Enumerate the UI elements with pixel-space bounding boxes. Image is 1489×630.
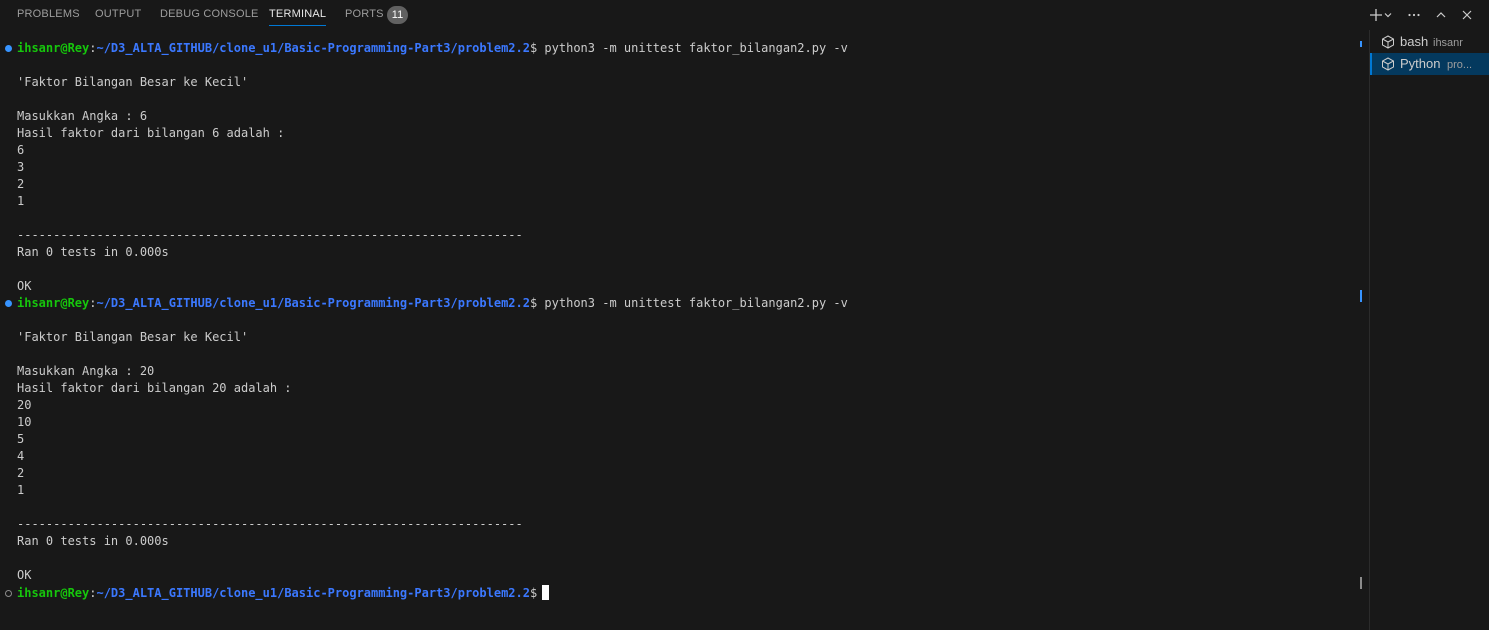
prompt-line: ihsanr@Rey:~/D3_ALTA_GITHUB/clone_u1/Bas…	[17, 295, 848, 312]
terminal-list-item-python[interactable]: Python pro...	[1370, 53, 1489, 75]
ellipsis-icon	[1408, 13, 1420, 17]
factor-line: 3	[17, 160, 25, 174]
terminal-icon	[1382, 35, 1394, 49]
prompt-line-current: ihsanr@Rey:~/D3_ALTA_GITHUB/clone_u1/Bas…	[17, 585, 550, 602]
terminal-output[interactable]: ihsanr@Rey:~/D3_ALTA_GITHUB/clone_u1/Bas…	[0, 36, 1358, 630]
factor-line: 4	[17, 449, 25, 463]
prompt-user: ihsanr@Rey	[17, 41, 90, 55]
command-success-decoration[interactable]	[5, 45, 12, 52]
tab-terminal[interactable]: TERMINAL	[269, 8, 327, 26]
factor-line: 6	[17, 143, 25, 157]
command-pending-decoration[interactable]	[5, 590, 12, 597]
command-text: python3 -m unittest faktor_bilangan2.py …	[537, 41, 848, 55]
more-actions-button[interactable]	[1404, 5, 1424, 25]
prompt-path: ~/D3_ALTA_GITHUB/clone_u1/Basic-Programm…	[96, 41, 530, 55]
factor-line: 10	[17, 415, 32, 429]
tab-output[interactable]: OUTPUT	[95, 8, 141, 20]
tab-debug-console[interactable]: DEBUG CONSOLE	[160, 8, 259, 20]
ruler-mark	[1360, 577, 1362, 589]
output-separator: ----------------------------------------…	[17, 228, 523, 242]
chevron-down-icon	[1384, 13, 1392, 18]
command-text: python3 -m unittest faktor_bilangan2.py …	[537, 296, 848, 310]
output-result-line: Hasil faktor dari bilangan 6 adalah :	[17, 126, 285, 140]
terminal-cursor	[542, 585, 550, 600]
terminal-list-divider	[1369, 30, 1370, 630]
prompt-line: ihsanr@Rey:~/D3_ALTA_GITHUB/clone_u1/Bas…	[17, 40, 848, 57]
output-title: 'Faktor Bilangan Besar ke Kecil'	[17, 75, 249, 89]
launch-profile-button[interactable]	[1381, 5, 1395, 25]
terminal-description: ihsanr	[1433, 37, 1463, 49]
terminal-scrollbar[interactable]	[1358, 36, 1366, 630]
ports-count-badge: 11	[387, 6, 408, 24]
command-success-decoration[interactable]	[5, 300, 12, 307]
prompt-symbol: $	[529, 586, 538, 600]
ruler-mark	[1360, 290, 1362, 302]
close-panel-button[interactable]	[1457, 5, 1477, 25]
output-title: 'Faktor Bilangan Besar ke Kecil'	[17, 330, 249, 344]
terminal-name: Python	[1400, 56, 1441, 71]
prompt-path: ~/D3_ALTA_GITHUB/clone_u1/Basic-Programm…	[96, 296, 530, 310]
factor-line: 20	[17, 398, 32, 412]
maximize-panel-button[interactable]	[1431, 5, 1451, 25]
output-input-line: Masukkan Angka : 6	[17, 109, 148, 123]
factor-line: 2	[17, 466, 25, 480]
output-result-line: Hasil faktor dari bilangan 20 adalah :	[17, 381, 292, 395]
test-summary: Ran 0 tests in 0.000s	[17, 245, 169, 259]
test-status: OK	[17, 568, 32, 582]
factor-line: 1	[17, 483, 25, 497]
tab-problems[interactable]: PROBLEMS	[17, 8, 80, 20]
prompt-path: ~/D3_ALTA_GITHUB/clone_u1/Basic-Programm…	[96, 586, 530, 600]
output-separator: ----------------------------------------…	[17, 517, 523, 531]
factor-line: 2	[17, 177, 25, 191]
terminal-description: pro...	[1447, 59, 1473, 71]
terminal-name: bash	[1400, 34, 1429, 49]
factor-line: 5	[17, 432, 25, 446]
output-input-line: Masukkan Angka : 20	[17, 364, 155, 378]
chevron-up-icon	[1436, 12, 1446, 18]
factor-line: 1	[17, 194, 25, 208]
test-summary: Ran 0 tests in 0.000s	[17, 534, 169, 548]
prompt-user: ihsanr@Rey	[17, 296, 90, 310]
tab-ports[interactable]: PORTS	[345, 8, 384, 20]
terminal-icon	[1382, 57, 1394, 71]
panel-tab-bar: PROBLEMS OUTPUT DEBUG CONSOLE TERMINAL P…	[0, 0, 1489, 30]
terminal-list-item-bash[interactable]: bash ihsanr	[1370, 31, 1489, 53]
prompt-user: ihsanr@Rey	[17, 586, 90, 600]
test-status: OK	[17, 279, 32, 293]
close-icon	[1462, 10, 1472, 20]
ruler-mark	[1360, 41, 1362, 47]
